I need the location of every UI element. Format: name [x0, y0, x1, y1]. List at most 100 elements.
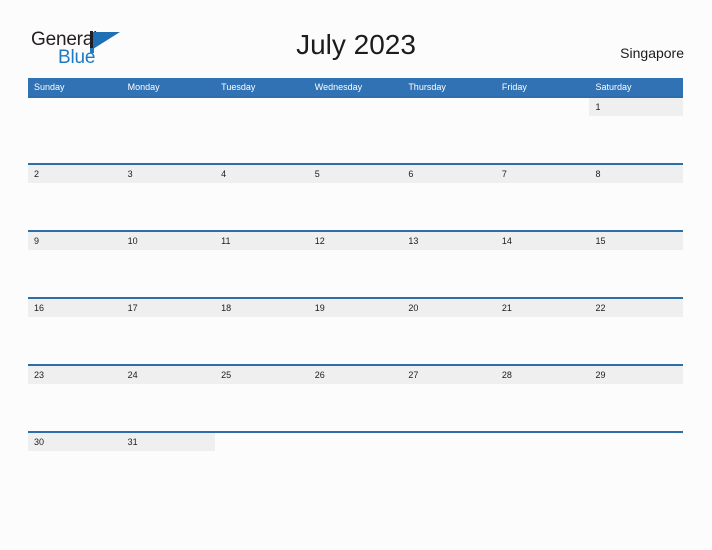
calendar-day-notes-area[interactable]: [308, 317, 403, 364]
calendar-day-cell[interactable]: 20: [402, 299, 496, 364]
calendar-day-notes-area[interactable]: [215, 451, 309, 498]
calendar-day-cell[interactable]: 5: [308, 165, 403, 230]
calendar-day-cell[interactable]: 27: [402, 366, 496, 431]
calendar-day-notes-area[interactable]: [402, 183, 496, 230]
calendar-day-notes-area[interactable]: [589, 116, 684, 163]
calendar-day-cell-empty: [402, 433, 496, 498]
calendar-page: General Blue July 2023 Singapore Sunday …: [0, 0, 712, 550]
calendar-day-cell[interactable]: 2: [28, 165, 122, 230]
calendar-day-cell[interactable]: 16: [28, 299, 122, 364]
calendar-day-cell[interactable]: 30: [28, 433, 122, 498]
calendar-day-cell[interactable]: 22: [589, 299, 684, 364]
calendar-day-cell-empty: [28, 98, 122, 163]
calendar-day-notes-area[interactable]: [308, 116, 403, 163]
calendar-day-notes-area[interactable]: [308, 384, 403, 431]
calendar-day-notes-area[interactable]: [402, 317, 496, 364]
calendar-day-number: 21: [501, 303, 512, 313]
calendar-day-cell-empty: [589, 433, 684, 498]
calendar-day-notes-area[interactable]: [28, 116, 122, 163]
calendar-day-cell[interactable]: 4: [215, 165, 309, 230]
calendar-day-notes-area[interactable]: [215, 317, 309, 364]
calendar-day-cell[interactable]: 17: [121, 299, 216, 364]
calendar-day-cell[interactable]: 11: [215, 232, 309, 297]
calendar-day-notes-area[interactable]: [215, 384, 309, 431]
calendar-day-notes-area[interactable]: [121, 451, 216, 498]
calendar-day-notes-area[interactable]: [121, 116, 216, 163]
calendar-day-band: [496, 433, 590, 451]
calendar-day-number: 30: [34, 437, 45, 447]
calendar-day-cell[interactable]: 21: [495, 299, 590, 364]
calendar-day-cell[interactable]: 6: [402, 165, 496, 230]
calendar-day-notes-area[interactable]: [215, 250, 309, 297]
calendar-day-notes-area[interactable]: [215, 183, 309, 230]
calendar-day-band: [308, 165, 403, 183]
calendar-day-notes-area[interactable]: [121, 250, 216, 297]
calendar-day-notes-area[interactable]: [589, 250, 684, 297]
calendar-day-notes-area[interactable]: [589, 451, 684, 498]
calendar-day-notes-area[interactable]: [308, 451, 403, 498]
calendar-day-band: [402, 98, 496, 116]
calendar-day-cell[interactable]: 14: [495, 232, 590, 297]
calendar-day-cell[interactable]: 3: [121, 165, 216, 230]
calendar-day-cell[interactable]: 15: [589, 232, 684, 297]
calendar-day-band: [496, 98, 590, 116]
calendar-day-notes-area[interactable]: [121, 384, 216, 431]
calendar-day-number: 7: [501, 169, 507, 179]
calendar-day-cell[interactable]: 1: [589, 98, 684, 163]
calendar-day-notes-area[interactable]: [589, 384, 684, 431]
calendar-day-notes-area[interactable]: [589, 317, 684, 364]
calendar-day-cell[interactable]: 31: [121, 433, 216, 498]
calendar-day-notes-area[interactable]: [589, 183, 684, 230]
calendar-day-cell[interactable]: 18: [215, 299, 309, 364]
calendar-day-band: [215, 433, 309, 451]
calendar-day-cell[interactable]: 29: [589, 366, 684, 431]
calendar-day-notes-area[interactable]: [121, 183, 216, 230]
calendar-day-notes-area[interactable]: [495, 451, 590, 498]
calendar-day-number: 19: [314, 303, 325, 313]
calendar-day-notes-area[interactable]: [308, 250, 403, 297]
calendar-day-notes-area[interactable]: [495, 183, 590, 230]
calendar-day-notes-area[interactable]: [28, 250, 122, 297]
calendar-day-cell[interactable]: 7: [495, 165, 590, 230]
day-header-thursday: Thursday: [408, 82, 446, 92]
calendar-day-notes-area[interactable]: [28, 317, 122, 364]
calendar-day-cell[interactable]: 10: [121, 232, 216, 297]
calendar-day-notes-area[interactable]: [402, 451, 496, 498]
calendar-day-cell[interactable]: 23: [28, 366, 122, 431]
calendar-day-cell[interactable]: 28: [495, 366, 590, 431]
calendar-week-row: 2 3 4 5 6 7 8: [28, 163, 684, 230]
calendar-day-notes-area[interactable]: [28, 451, 122, 498]
calendar-weeks: 1 2 3 4 5 6 7 8 9 10 11 12 13 14 15 16 17 18 19 20 21 22 23 24 2…: [28, 96, 684, 498]
calendar-day-notes-area[interactable]: [215, 116, 309, 163]
calendar-day-notes-area[interactable]: [495, 317, 590, 364]
calendar-day-cell[interactable]: 8: [589, 165, 684, 230]
calendar-day-notes-area[interactable]: [28, 183, 122, 230]
calendar-day-number: 27: [408, 370, 419, 380]
calendar-day-band: [402, 165, 496, 183]
calendar-day-notes-area[interactable]: [308, 183, 403, 230]
calendar-day-cell[interactable]: 12: [308, 232, 403, 297]
calendar-day-notes-area[interactable]: [402, 116, 496, 163]
calendar-day-cell[interactable]: 9: [28, 232, 122, 297]
calendar-day-notes-area[interactable]: [121, 317, 216, 364]
calendar-day-number: 31: [127, 437, 138, 447]
calendar-day-notes-area[interactable]: [402, 384, 496, 431]
calendar-day-cell[interactable]: 19: [308, 299, 403, 364]
day-header-friday: Friday: [501, 82, 527, 92]
location-label: Singapore: [620, 45, 684, 61]
calendar-day-notes-area[interactable]: [495, 250, 590, 297]
calendar-day-number: 9: [34, 236, 40, 246]
calendar-day-cell-empty: [215, 433, 309, 498]
calendar-day-notes-area[interactable]: [495, 384, 590, 431]
calendar-day-notes-area[interactable]: [28, 384, 122, 431]
calendar-day-notes-area[interactable]: [495, 116, 590, 163]
calendar-day-cell[interactable]: 25: [215, 366, 309, 431]
calendar-week-row: 9 10 11 12 13 14 15: [28, 230, 684, 297]
calendar-day-band: [589, 433, 683, 451]
calendar-day-number: 8: [595, 169, 601, 179]
calendar-day-cell[interactable]: 24: [121, 366, 216, 431]
calendar-day-notes-area[interactable]: [402, 250, 496, 297]
calendar-day-number: 15: [595, 236, 606, 246]
calendar-day-cell[interactable]: 13: [402, 232, 496, 297]
calendar-day-cell[interactable]: 26: [308, 366, 403, 431]
